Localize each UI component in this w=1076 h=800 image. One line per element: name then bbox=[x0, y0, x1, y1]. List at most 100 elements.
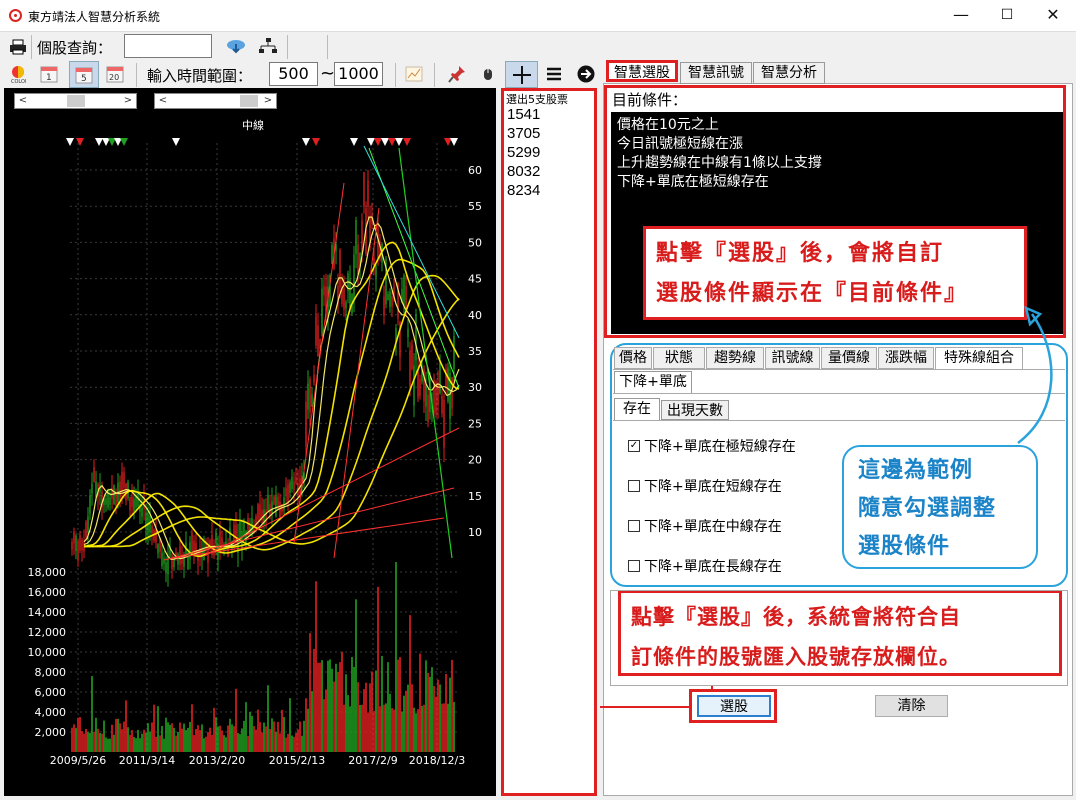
volume-bar bbox=[101, 733, 103, 752]
volume-bar bbox=[193, 735, 195, 752]
pin-icon[interactable] bbox=[448, 65, 466, 83]
stock-query-input[interactable] bbox=[124, 34, 212, 58]
checkbox-long[interactable]: 下降+單底在長線存在 bbox=[628, 556, 782, 576]
candle-body bbox=[417, 369, 419, 398]
volume-bar bbox=[115, 718, 117, 752]
volume-bar bbox=[389, 693, 391, 752]
callout-result-note: 點擊『選股』後，系統會將符合自 訂條件的股號匯入股號存放欄位。 bbox=[618, 590, 1062, 676]
volume-bar bbox=[447, 703, 449, 752]
close-button[interactable]: ✕ bbox=[1030, 0, 1076, 32]
tab-exists[interactable]: 存在 bbox=[614, 398, 660, 420]
tab-volume-price[interactable]: 量價線 bbox=[821, 347, 877, 369]
volume-bar bbox=[215, 717, 217, 752]
maximize-button[interactable]: ☐ bbox=[984, 0, 1030, 32]
checkbox-short[interactable]: 下降+單底在短線存在 bbox=[628, 476, 782, 496]
volume-bar bbox=[347, 695, 349, 752]
volume-bar bbox=[183, 723, 185, 752]
range-separator: ~ bbox=[320, 63, 336, 84]
mouse-icon[interactable] bbox=[480, 66, 496, 82]
candle-body bbox=[91, 483, 93, 494]
volume-tick-label: 10,000 bbox=[28, 646, 67, 659]
list-item[interactable]: 3705 bbox=[507, 125, 540, 142]
volume-bar bbox=[255, 729, 257, 752]
volume-bar bbox=[223, 735, 225, 752]
volume-bar bbox=[165, 717, 167, 752]
color-wheel-icon[interactable]: COLOR bbox=[10, 65, 26, 83]
range-start-input[interactable]: 500 bbox=[269, 62, 318, 86]
volume-bar bbox=[131, 730, 133, 752]
range-end-input[interactable]: 1000 bbox=[334, 62, 383, 86]
volume-bar bbox=[197, 725, 199, 752]
toolbar-separator bbox=[287, 35, 288, 59]
volume-tick-label: 14,000 bbox=[28, 606, 67, 619]
line-chart-icon[interactable] bbox=[405, 66, 423, 82]
candle-body bbox=[419, 378, 421, 396]
volume-bar bbox=[261, 732, 263, 752]
volume-bar bbox=[385, 703, 387, 752]
list-item[interactable]: 5299 bbox=[507, 144, 540, 161]
tab-smart-selection[interactable]: 智慧選股 bbox=[606, 60, 678, 82]
cloud-download-icon[interactable] bbox=[226, 38, 246, 54]
candle-body bbox=[75, 535, 77, 552]
network-icon[interactable] bbox=[258, 37, 278, 55]
volume-bar bbox=[305, 698, 307, 752]
price-tick-label: 25 bbox=[468, 417, 482, 430]
candle-body bbox=[109, 497, 111, 505]
volume-bar bbox=[179, 722, 181, 752]
signal-marker-icon bbox=[381, 138, 389, 146]
clear-button[interactable]: 清除 bbox=[875, 695, 948, 717]
week-toggle[interactable]: 5 bbox=[69, 61, 99, 88]
checkbox[interactable] bbox=[628, 520, 640, 532]
crosshair-toggle[interactable] bbox=[505, 61, 538, 88]
tab-status[interactable]: 狀態 bbox=[653, 347, 705, 369]
tab-days-appeared[interactable]: 出現天數 bbox=[661, 400, 729, 420]
checkbox[interactable] bbox=[628, 560, 640, 572]
volume-bar bbox=[93, 731, 95, 752]
checkbox[interactable]: ✓ bbox=[628, 440, 640, 452]
tab-price[interactable]: 價格 bbox=[614, 347, 652, 369]
volume-bar bbox=[417, 709, 419, 752]
volume-bar bbox=[203, 738, 205, 752]
select-stocks-button[interactable]: 選股 bbox=[697, 695, 771, 717]
volume-bar bbox=[175, 735, 177, 752]
checkbox-mid[interactable]: 下降+單底在中線存在 bbox=[628, 516, 782, 536]
tab-signal-line[interactable]: 訊號線 bbox=[765, 347, 820, 369]
signal-marker-icon bbox=[302, 138, 310, 146]
day-icon[interactable]: 1 bbox=[40, 65, 58, 83]
checkbox-label: 下降+單底在短線存在 bbox=[644, 479, 782, 495]
minimize-button[interactable]: — bbox=[938, 0, 984, 32]
volume-bar bbox=[423, 704, 425, 752]
tab-smart-analysis[interactable]: 智慧分析 bbox=[753, 62, 825, 84]
tab-descending-single-bottom[interactable]: 下降+單底 bbox=[614, 371, 692, 393]
list-item[interactable]: 1541 bbox=[507, 106, 540, 123]
candle-body bbox=[331, 245, 333, 264]
month-icon[interactable]: 20 bbox=[106, 65, 124, 83]
volume-bar bbox=[349, 706, 351, 752]
volume-bar bbox=[419, 653, 421, 752]
trend-line bbox=[398, 147, 453, 559]
svg-text:5: 5 bbox=[81, 74, 87, 84]
callout-line: 這邊為範例 bbox=[858, 457, 974, 483]
volume-bar bbox=[251, 715, 253, 752]
volume-bar bbox=[121, 729, 123, 752]
volume-bar bbox=[127, 727, 129, 752]
list-item[interactable]: 8032 bbox=[507, 163, 540, 180]
tab-smart-signal[interactable]: 智慧訊號 bbox=[680, 62, 752, 84]
volume-bar bbox=[435, 696, 437, 752]
menu-icon[interactable] bbox=[546, 66, 562, 82]
volume-bar bbox=[187, 727, 189, 752]
volume-bar bbox=[171, 723, 173, 752]
volume-bar bbox=[341, 651, 343, 752]
stock-chart-panel[interactable]: < > < > 中線 60 55 50 45 40 35 30 25 20 15 10 18,000 1… bbox=[4, 88, 496, 796]
checkbox-very-short[interactable]: ✓ 下降+單底在極短線存在 bbox=[628, 436, 796, 456]
tab-trendline[interactable]: 趨勢線 bbox=[706, 347, 764, 369]
list-item[interactable]: 8234 bbox=[507, 182, 540, 199]
result-stock-list[interactable]: 選出5支股票 1541 3705 5299 8032 8234 bbox=[501, 88, 597, 796]
arrow-right-icon[interactable] bbox=[577, 65, 595, 83]
tab-change-range[interactable]: 漲跌幅 bbox=[878, 347, 934, 369]
volume-bar bbox=[117, 718, 119, 752]
checkbox[interactable] bbox=[628, 480, 640, 492]
candle-body bbox=[441, 396, 443, 414]
print-icon[interactable] bbox=[9, 39, 27, 55]
candle-body bbox=[95, 481, 97, 498]
